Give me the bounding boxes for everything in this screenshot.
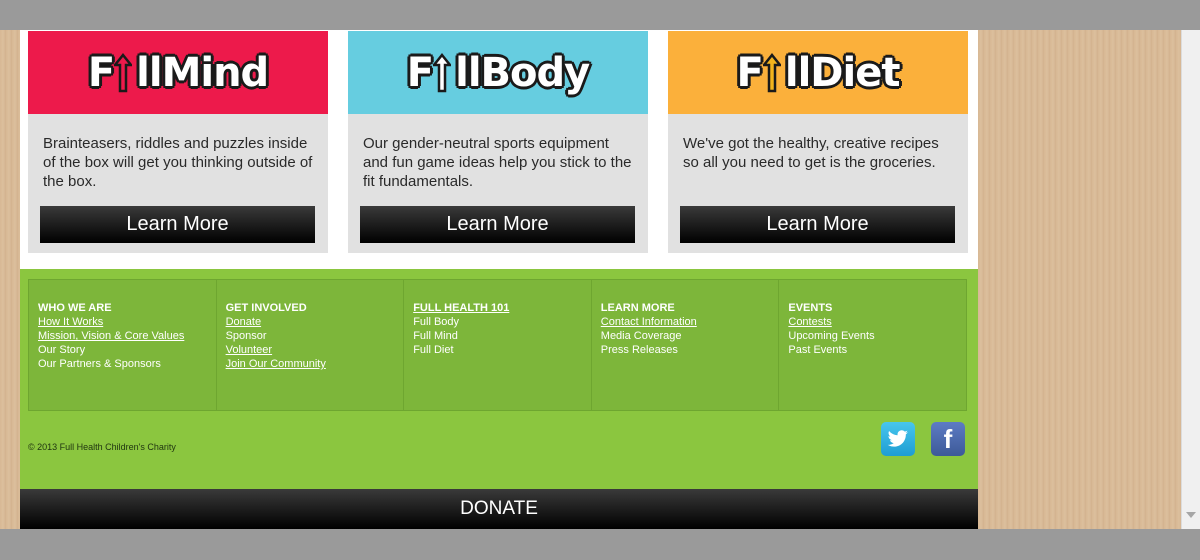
fullmind-logo: F ll Mind: [87, 49, 269, 96]
footer-link-how-it-works[interactable]: How It Works: [38, 315, 207, 329]
footer-item-full-diet[interactable]: Full Diet: [413, 343, 582, 357]
card-description: Our gender-neutral sports equipment and …: [363, 135, 632, 190]
up-arrow-icon: [114, 52, 133, 92]
card-header: F ll Mind: [28, 31, 328, 114]
twitter-button[interactable]: [881, 422, 915, 456]
footer-item-our-story[interactable]: Our Story: [38, 343, 207, 357]
footer-heading: WHO WE ARE: [38, 302, 112, 314]
card-header: F ll Body: [348, 31, 648, 114]
learn-more-button[interactable]: Learn More: [40, 206, 315, 243]
card-fullbody: F ll Body Our gender-neutral sports equip…: [348, 31, 648, 253]
footer-item-full-mind[interactable]: Full Mind: [413, 329, 582, 343]
browser-bottom-bar: [0, 529, 1200, 560]
fullbody-logo: F ll Body: [406, 49, 590, 96]
footer-item-upcoming-events[interactable]: Upcoming Events: [788, 329, 957, 343]
card-header: F ll Diet: [668, 31, 968, 114]
footer-nav: WHO WE ARE How It Works Mission, Vision …: [28, 279, 967, 411]
footer-heading: LEARN MORE: [600, 302, 675, 314]
footer-heading: EVENTS: [788, 302, 833, 314]
copyright-text: © 2013 Full Health Children's Charity: [28, 442, 176, 452]
footer-link-donate[interactable]: Donate: [226, 315, 395, 329]
footer-item-full-body[interactable]: Full Body: [413, 315, 582, 329]
card-fullmind: F ll Mind Brainteasers, riddles and puzzl…: [28, 31, 328, 253]
facebook-f-icon: f: [943, 423, 953, 454]
footer-column-learn-more: LEARN MORE Contact Information Media Cov…: [592, 280, 780, 410]
footer-link-volunteer[interactable]: Volunteer: [226, 343, 395, 357]
footer-link-contests[interactable]: Contests: [788, 315, 957, 329]
page-background-left: [0, 30, 20, 529]
learn-more-button[interactable]: Learn More: [360, 206, 635, 243]
footer-link-join-community[interactable]: Join Our Community: [226, 357, 395, 371]
footer-column-who-we-are: WHO WE ARE How It Works Mission, Vision …: [29, 280, 217, 410]
footer-link-contact[interactable]: Contact Information: [601, 315, 770, 329]
facebook-button[interactable]: f: [931, 422, 965, 456]
footer-item-media-coverage[interactable]: Media Coverage: [601, 329, 770, 343]
site-footer: WHO WE ARE How It Works Mission, Vision …: [20, 269, 978, 489]
footer-column-get-involved: GET INVOLVED Donate Sponsor Volunteer Jo…: [217, 280, 405, 410]
twitter-bird-icon: [887, 430, 908, 447]
page-content: F ll Mind Brainteasers, riddles and puzzl…: [20, 30, 978, 529]
vertical-scrollbar[interactable]: [1181, 30, 1200, 529]
footer-link-mission[interactable]: Mission, Vision & Core Values: [38, 329, 207, 343]
browser-top-bar: [0, 0, 1200, 30]
card-description: We've got the healthy, creative recipes …: [683, 135, 939, 171]
footer-item-past-events[interactable]: Past Events: [788, 343, 957, 357]
footer-item-press-releases[interactable]: Press Releases: [601, 343, 770, 357]
footer-heading: GET INVOLVED: [225, 302, 307, 314]
footer-column-full-health-101: FULL HEALTH 101 Full Body Full Mind Full…: [404, 280, 592, 410]
footer-item-sponsor[interactable]: Sponsor: [226, 329, 395, 343]
up-arrow-icon: [433, 52, 452, 92]
footer-heading-link[interactable]: FULL HEALTH 101: [413, 301, 582, 315]
footer-item-partners[interactable]: Our Partners & Sponsors: [38, 357, 207, 371]
page-background-right: [978, 30, 1181, 529]
scroll-down-arrow-icon[interactable]: [1186, 512, 1196, 518]
fulldiet-logo: F ll Diet: [736, 49, 901, 96]
learn-more-button[interactable]: Learn More: [680, 206, 955, 243]
up-arrow-icon: [762, 52, 781, 92]
footer-column-events: EVENTS Contests Upcoming Events Past Eve…: [779, 280, 966, 410]
card-description: Brainteasers, riddles and puzzles inside…: [43, 135, 313, 190]
donate-button[interactable]: DONATE: [20, 489, 978, 529]
card-fulldiet: F ll Diet We've got the healthy, creative…: [668, 31, 968, 253]
